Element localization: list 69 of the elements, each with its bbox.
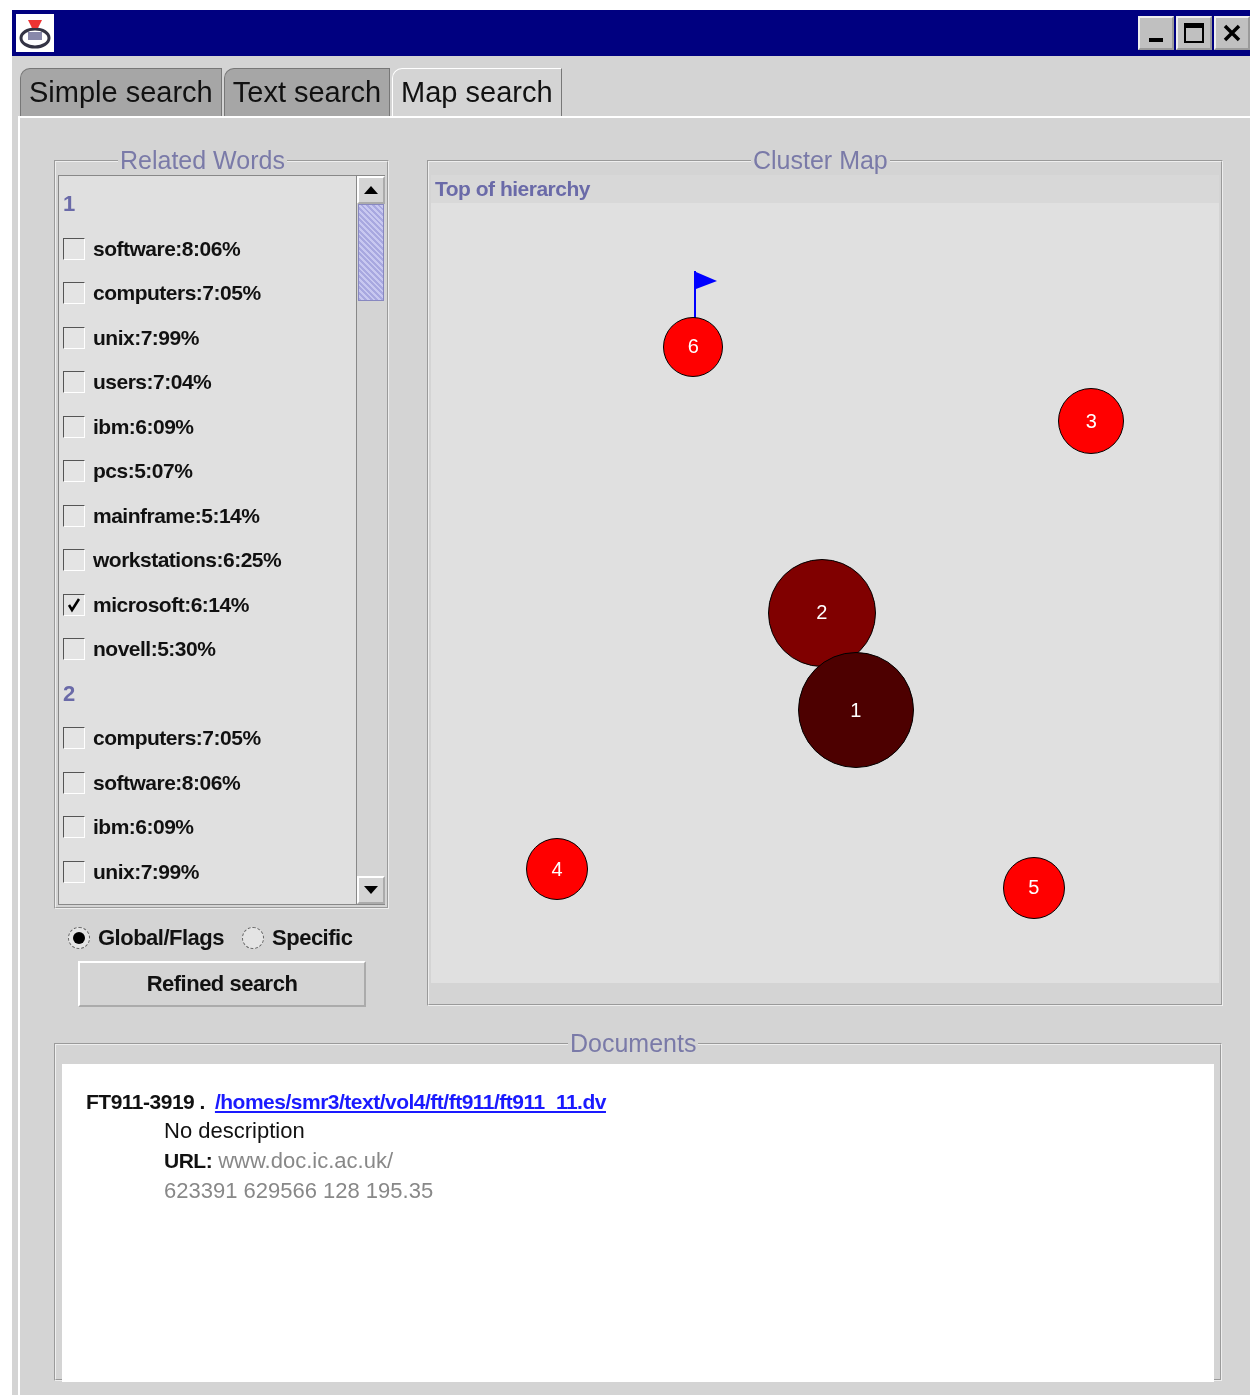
word-label: novell:5:30% — [93, 637, 216, 662]
checkbox[interactable] — [63, 727, 85, 750]
checkbox[interactable] — [63, 326, 85, 349]
word-label: users:7:04% — [93, 370, 212, 395]
checkbox[interactable] — [63, 371, 85, 394]
checkbox[interactable] — [63, 860, 85, 883]
cluster-node[interactable]: 3 — [1058, 388, 1125, 455]
cluster-node[interactable]: 5 — [1002, 856, 1065, 919]
minimize-icon — [1149, 38, 1163, 42]
word-label: ibm:6:09% — [93, 815, 194, 840]
maximize-icon — [1183, 22, 1205, 44]
word-label: mainframe:5:14% — [93, 503, 260, 528]
tab[interactable]: Map search — [392, 68, 562, 116]
panel-title: Cluster Map — [752, 146, 889, 175]
word-label: unix:7:99% — [93, 859, 199, 884]
radio-dot-icon — [73, 932, 85, 944]
checkbox[interactable] — [63, 504, 85, 527]
cluster-node[interactable]: 6 — [663, 316, 724, 377]
close-button[interactable] — [1214, 16, 1250, 50]
scrollbar[interactable] — [356, 176, 385, 904]
maximize-button[interactable] — [1176, 16, 1212, 50]
checkbox[interactable] — [63, 282, 85, 305]
checkbox[interactable] — [63, 460, 85, 483]
checkbox[interactable] — [63, 816, 85, 839]
word-label: workstations:6:25% — [93, 548, 282, 573]
radio-button[interactable] — [68, 927, 90, 949]
group-label: 2 — [63, 679, 76, 708]
down-arrow-icon — [364, 886, 378, 894]
scroll-thumb[interactable] — [358, 204, 384, 301]
refined-search-button[interactable]: Refined search — [78, 961, 366, 1007]
cluster-node[interactable]: 2 — [767, 558, 876, 667]
group-label: 1 — [63, 190, 76, 218]
close-icon — [1222, 23, 1242, 43]
radio-option[interactable]: Specific — [242, 925, 353, 951]
word-label: microsoft:6:14% — [93, 592, 249, 617]
check-icon — [66, 596, 82, 613]
radio-option[interactable]: Global/Flags — [68, 925, 225, 951]
app-icon — [16, 14, 54, 52]
tab[interactable]: Text search — [223, 68, 391, 116]
scroll-up-button[interactable] — [357, 176, 385, 204]
scroll-down-button[interactable] — [357, 876, 385, 904]
cluster-node[interactable]: 1 — [797, 652, 914, 768]
radio-button[interactable] — [242, 927, 265, 949]
panel-title: Documents — [569, 1029, 698, 1058]
document-link[interactable]: /homes/smr3/text/vol4/ft/ft911/ft911_11.dv — [214, 1090, 606, 1114]
url-label: URL: — [164, 1149, 213, 1173]
checkbox[interactable] — [63, 415, 85, 438]
url-value: www.doc.ic.ac.uk/ — [218, 1148, 393, 1174]
word-label: computers:7:05% — [93, 726, 261, 751]
checkbox[interactable] — [63, 549, 85, 572]
document-stats: 623391 629566 128 195.35 — [164, 1178, 434, 1204]
word-label: computers:7:05% — [93, 281, 261, 306]
document-description: No description — [164, 1118, 305, 1144]
checkbox[interactable] — [63, 638, 85, 661]
word-label: software:8:06% — [93, 770, 241, 795]
word-label: unix:7:99% — [93, 325, 199, 350]
panel-title: Related Words — [119, 146, 286, 175]
minimize-button[interactable] — [1138, 16, 1174, 50]
checkbox[interactable] — [63, 237, 85, 260]
tab[interactable]: Simple search — [20, 68, 222, 116]
hierarchy-label: Top of hierarchy — [435, 177, 590, 201]
document-id: FT911-3919 . — [86, 1090, 205, 1114]
up-arrow-icon — [364, 186, 378, 194]
checkbox[interactable] — [63, 593, 85, 616]
word-label: pcs:5:07% — [93, 459, 193, 484]
word-label: software:8:06% — [93, 236, 241, 261]
cluster-node[interactable]: 4 — [526, 838, 589, 901]
word-label: ibm:6:09% — [93, 414, 194, 439]
checkbox[interactable] — [63, 771, 85, 794]
